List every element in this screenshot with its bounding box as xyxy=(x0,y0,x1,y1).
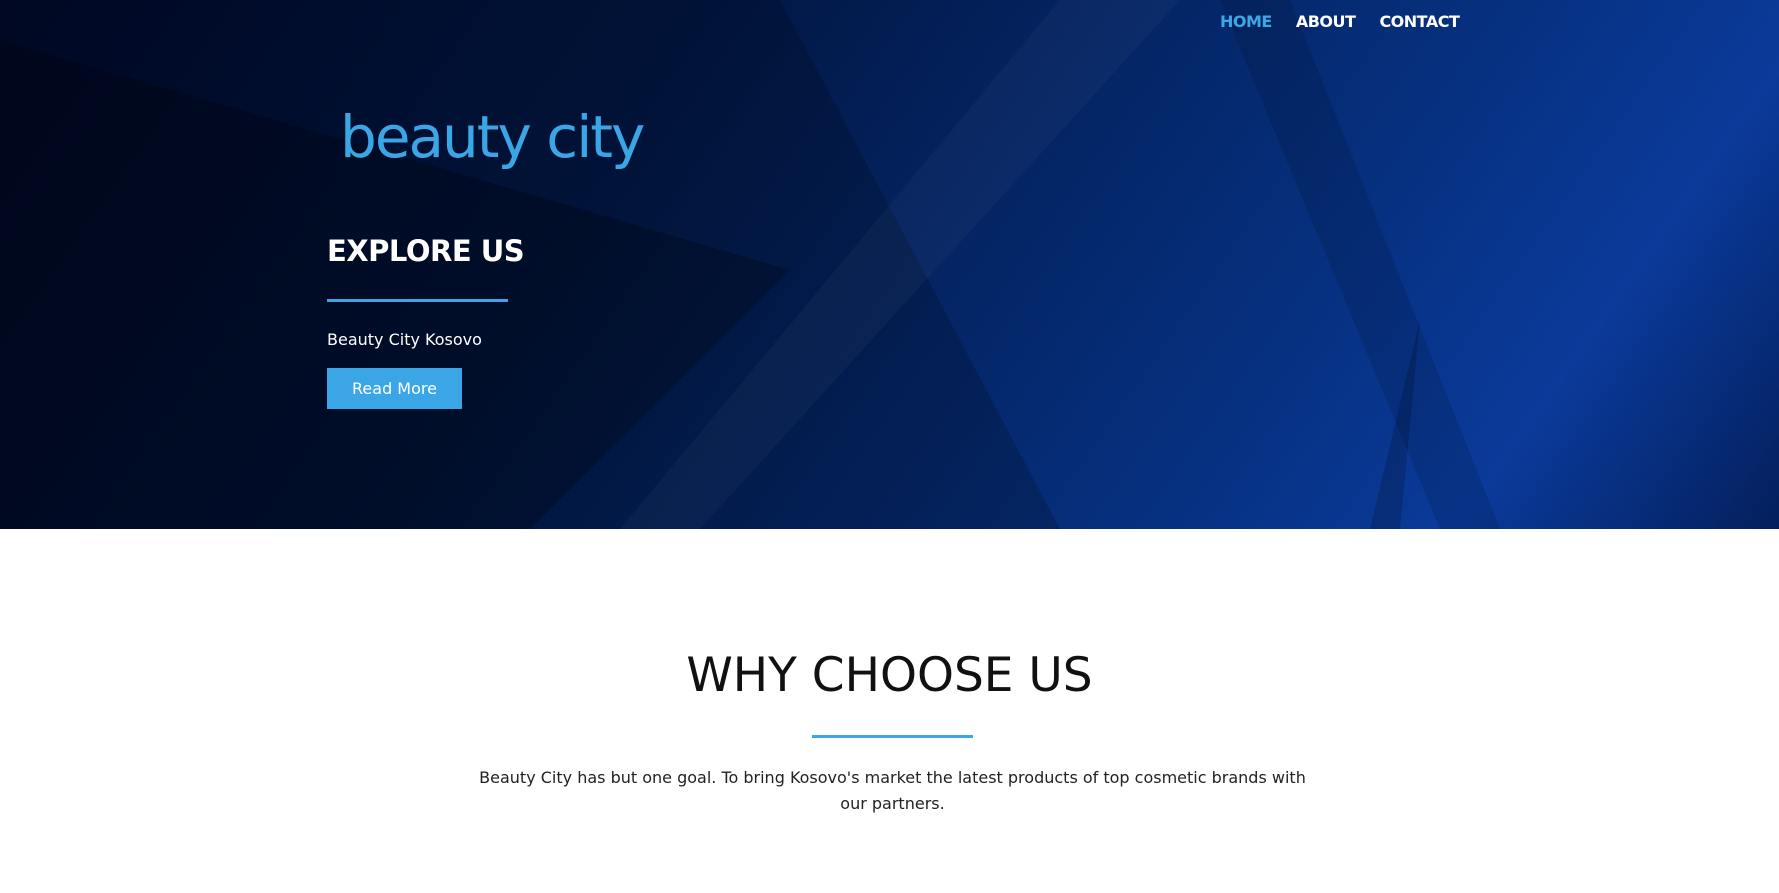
main-nav: HOME ABOUT CONTACT xyxy=(1220,12,1460,31)
hero-subtitle: Beauty City Kosovo xyxy=(327,330,482,349)
hero-background-shapes xyxy=(0,0,1500,529)
read-more-button[interactable]: Read More xyxy=(327,368,462,409)
why-choose-us-heading: WHY CHOOSE US xyxy=(686,648,1093,703)
hero-title-divider xyxy=(327,299,508,302)
why-choose-us-text: Beauty City has but one goal. To bring K… xyxy=(479,768,1306,813)
hero-title: EXPLORE US xyxy=(327,234,525,268)
why-choose-us-divider xyxy=(812,735,973,738)
brand-logo: beauty city xyxy=(340,103,645,171)
nav-home-link[interactable]: HOME xyxy=(1220,12,1272,31)
hero-section: HOME ABOUT CONTACT beauty city EXPLORE U… xyxy=(0,0,1779,529)
nav-contact-link[interactable]: CONTACT xyxy=(1379,12,1459,31)
nav-about-link[interactable]: ABOUT xyxy=(1296,12,1356,31)
